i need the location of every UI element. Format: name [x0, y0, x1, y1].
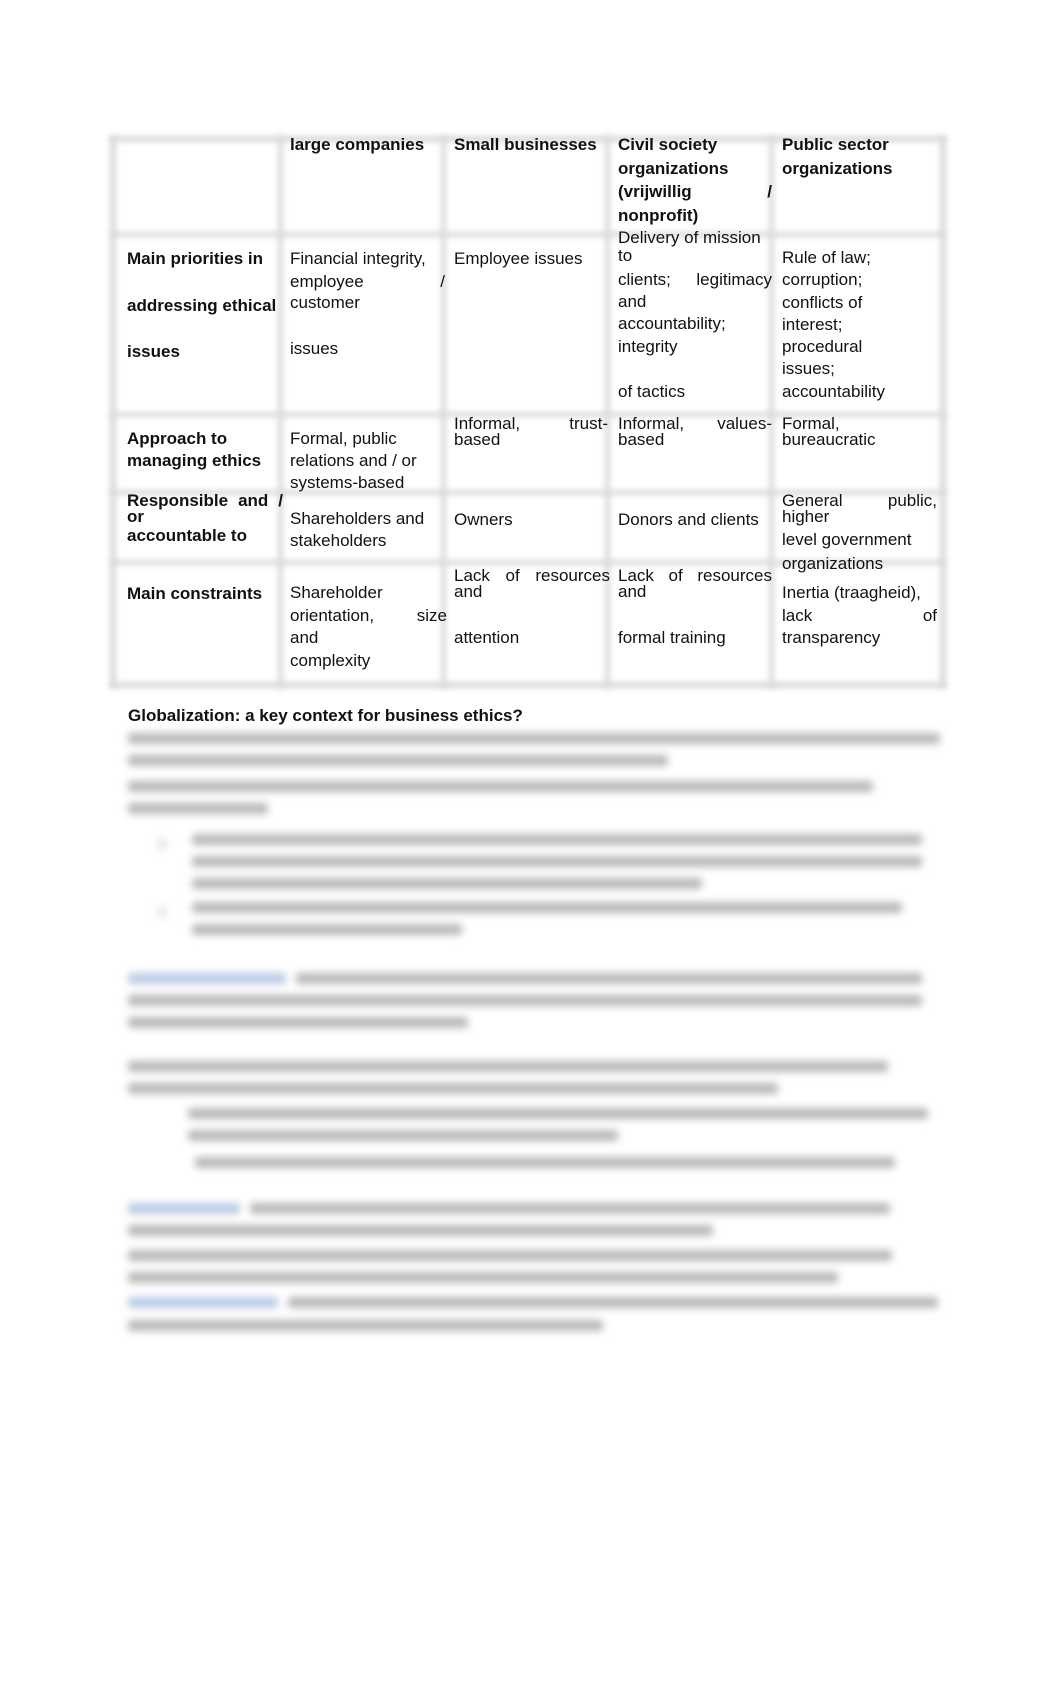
- blurred-line: [192, 924, 462, 935]
- blurred-line: [128, 1083, 778, 1094]
- blurred-line: [128, 1272, 838, 1283]
- blurred-line: [250, 1203, 890, 1214]
- blurred-line: [195, 1157, 895, 1168]
- blurred-line: [128, 1061, 888, 1072]
- blurred-line: [296, 973, 922, 984]
- blurred-line: [128, 1250, 892, 1261]
- document-page: large companies Small businesses Civil s…: [0, 0, 1062, 1689]
- blurred-line: [128, 755, 668, 766]
- blurred-line: [128, 1017, 468, 1028]
- blurred-line: [188, 1130, 618, 1141]
- blurred-line: [128, 733, 940, 744]
- blurred-line: [128, 781, 873, 792]
- blurred-link[interactable]: [128, 1203, 240, 1214]
- obscured-body-text: [0, 0, 1062, 1689]
- blurred-link[interactable]: [128, 973, 286, 984]
- blurred-line: [128, 1320, 603, 1331]
- blurred-line: [288, 1297, 938, 1308]
- blurred-line: [128, 995, 922, 1006]
- blurred-line: [192, 856, 922, 867]
- blurred-link[interactable]: [128, 1297, 278, 1308]
- bullet-icon: [158, 840, 166, 848]
- blurred-line: [192, 878, 702, 889]
- blurred-line: [128, 803, 268, 814]
- blurred-line: [188, 1108, 928, 1119]
- blurred-line: [192, 902, 902, 913]
- blurred-line: [128, 1225, 713, 1236]
- blurred-line: [192, 834, 922, 845]
- bullet-icon: [158, 908, 166, 916]
